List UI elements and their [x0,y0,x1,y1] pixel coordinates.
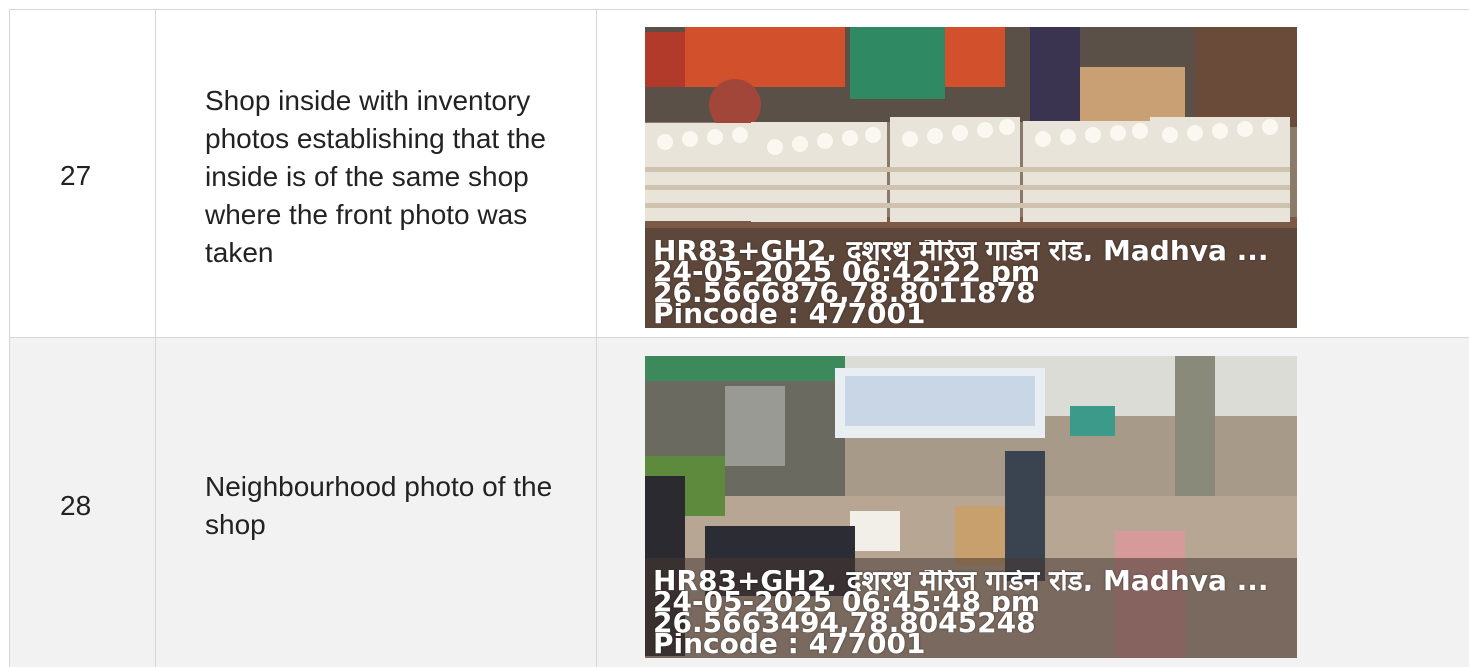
photo-cell: HR83+GH2, दशरथ मैरिज गार्डन रोड, Madhya … [597,338,1469,667]
description-cell: Shop inside with inventory photos establ… [156,10,597,338]
geotag-coordinates: 26.5666876,78.8011878 [653,282,1036,303]
geotag-pincode: Pincode : 477001 [653,303,926,324]
row-number-cell: 28 [9,338,156,667]
geotag-overlay: HR83+GH2, दशरथ मैरिज गार्डन रोड, Madhya … [645,228,1297,328]
geotag-datetime: 24-05-2025 06:42:22 pm [653,261,1041,282]
row-description: Neighbourhood photo of the shop [205,471,553,540]
table-row: 28 Neighbourhood photo of the shop HR83+… [9,337,1469,667]
geotag-coordinates: 26.5663494,78.8045248 [653,612,1036,633]
photo-cell: HR83+GH2, दशरथ मैरिज गार्डन रोड, Madhya … [597,10,1469,338]
geotag-overlay: HR83+GH2, दशरथ मैरिज गार्डन रोड, Madhya … [645,558,1297,658]
description-cell: Neighbourhood photo of the shop [156,338,597,667]
row-description: Shop inside with inventory photos establ… [205,85,546,268]
row-number-cell: 27 [9,10,156,338]
geotag-location: HR83+GH2, दशरथ मैरिज गार्डन रोड, Madhya … [653,570,1269,591]
geotag-datetime: 24-05-2025 06:45:48 pm [653,591,1041,612]
geotag-pincode: Pincode : 477001 [653,633,926,654]
geotag-location: HR83+GH2, दशरथ मैरिज गार्डन रोड, Madhya … [653,240,1269,261]
table-row: 27 Shop inside with inventory photos est… [9,9,1469,338]
neighbourhood-photo: HR83+GH2, दशरथ मैरिज गार्डन रोड, Madhya … [645,356,1297,658]
row-number: 28 [60,490,92,521]
row-number: 27 [60,160,92,191]
inventory-photo: HR83+GH2, दशरथ मैरिज गार्डन रोड, Madhya … [645,27,1297,328]
